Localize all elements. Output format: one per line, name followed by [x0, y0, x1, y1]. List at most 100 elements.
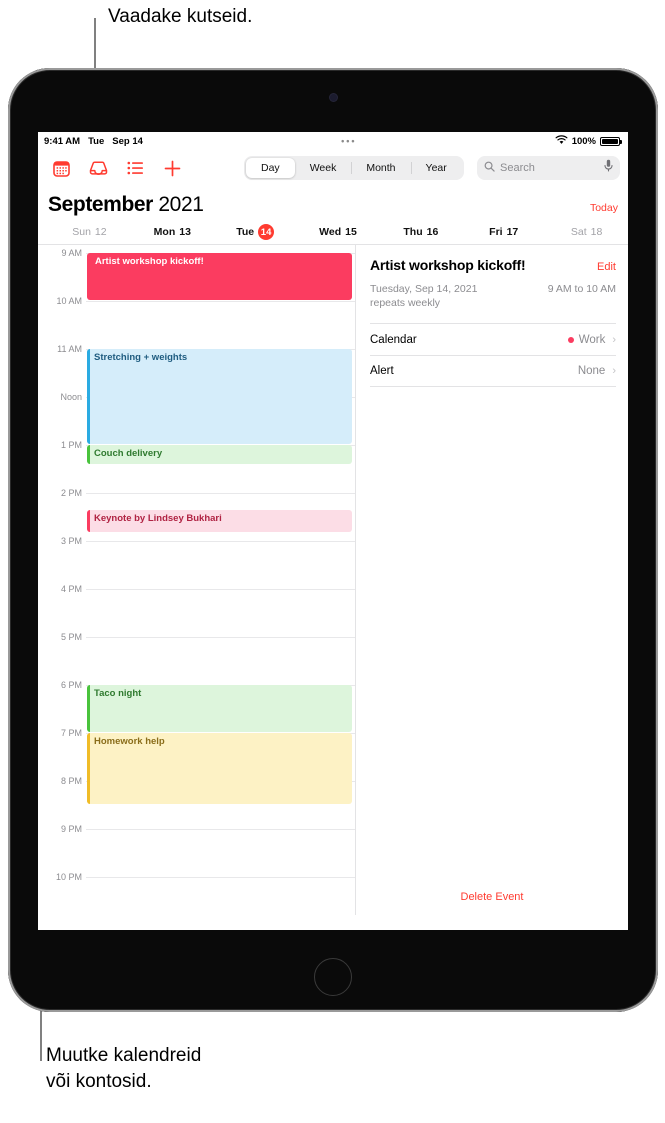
- weekday-fri-label: Fri: [489, 226, 503, 238]
- hour-label: 9 AM: [61, 248, 82, 258]
- delete-event-button[interactable]: Delete Event: [356, 891, 628, 903]
- event-date: Tuesday, Sep 14, 2021: [370, 283, 478, 295]
- add-event-icon[interactable]: [162, 158, 182, 178]
- hour-gridline: [86, 877, 355, 878]
- hour-gridline: [86, 541, 355, 542]
- event-time-range: 9 AM to 10 AM: [547, 283, 616, 295]
- segment-day[interactable]: Day: [246, 158, 295, 178]
- weekday-wed[interactable]: Wed 15: [297, 220, 380, 244]
- search-icon: [484, 159, 495, 177]
- front-camera-icon: [329, 94, 337, 101]
- year-label: 2021: [158, 193, 204, 216]
- edit-button[interactable]: Edit: [597, 261, 616, 273]
- today-button[interactable]: Today: [590, 202, 618, 217]
- search-placeholder: Search: [500, 162, 535, 174]
- callout-top-text: Vaadake kutseid.: [108, 6, 253, 27]
- event-title-label: Keynote by Lindsey Bukhari: [94, 512, 222, 524]
- event-datetime-row: Tuesday, Sep 14, 2021 9 AM to 10 AM: [370, 283, 616, 295]
- event-repeat: repeats weekly: [370, 297, 441, 309]
- status-multitask-dots: •••: [341, 136, 357, 146]
- segment-month[interactable]: Month: [351, 158, 410, 178]
- weekday-selector: Sun 12 Mon 13 Tue 14 Wed 15 Thu 16 Fri 1…: [38, 220, 628, 245]
- detail-row-calendar[interactable]: Calendar Work ›: [370, 323, 616, 355]
- home-button[interactable]: [314, 958, 352, 996]
- weekday-thu-label: Thu: [403, 226, 423, 238]
- calendar-color-dot: [567, 336, 574, 343]
- hour-label: 10 PM: [55, 872, 82, 882]
- ipad-screen: 9:41 AM Tue Sep 14 ••• 100% Day Week Mon…: [38, 132, 628, 930]
- calendar-event[interactable]: Keynote by Lindsey Bukhari: [87, 509, 352, 532]
- event-title-label: Taco night: [94, 688, 142, 699]
- calendar-event[interactable]: Taco night: [87, 685, 352, 732]
- calendar-event[interactable]: Homework help: [87, 733, 352, 804]
- status-bar-left: 9:41 AM Tue Sep 14: [44, 136, 143, 147]
- toolbar-icon-group: [46, 158, 182, 178]
- detail-row-alert-value: None ›: [578, 365, 616, 377]
- day-view-grid[interactable]: 9 AM 10 AM 11 AM Noon 1 PM 2 PM 3 PM 4 PM 5 PM 6 …: [38, 245, 356, 915]
- battery-percent-label: 100%: [571, 135, 596, 147]
- segment-week[interactable]: Week: [295, 158, 352, 178]
- event-color-bar: [87, 685, 90, 732]
- status-date: Sep 14: [112, 135, 143, 147]
- search-input[interactable]: Search: [477, 156, 620, 180]
- calendar-toolbar: Day Week Month Year Search: [38, 150, 628, 186]
- weekday-tue[interactable]: Tue 14: [214, 220, 297, 244]
- calendar-event[interactable]: Couch delivery: [87, 445, 352, 465]
- segment-year[interactable]: Year: [410, 158, 462, 178]
- weekday-fri[interactable]: Fri 17: [462, 220, 545, 244]
- weekday-mon-label: Mon: [153, 226, 176, 238]
- calendar-event[interactable]: Artist workshop kickoff!: [87, 253, 352, 300]
- weekday-fri-day: 17: [506, 226, 519, 238]
- microphone-icon[interactable]: [604, 159, 613, 177]
- event-title: Artist workshop kickoff!: [370, 257, 526, 273]
- weekday-wed-label: Wed: [319, 226, 342, 238]
- weekday-thu[interactable]: Thu 16: [379, 220, 462, 244]
- status-weekday: Tue: [88, 135, 105, 147]
- event-title-label: Homework help: [94, 736, 165, 747]
- chevron-right-icon: ›: [612, 365, 616, 377]
- inbox-icon[interactable]: [88, 158, 108, 178]
- month-header: September 2021 Today: [38, 186, 628, 220]
- event-detail-rows: Calendar Work › Alert None ›: [370, 323, 616, 387]
- callout-bottom-text: Muutke kalendreid või kontosid.: [46, 1045, 202, 1092]
- battery-icon: [600, 136, 622, 146]
- calendars-icon[interactable]: [51, 158, 71, 178]
- selected-day-badge: 14: [258, 224, 275, 240]
- weekday-tue-label: Tue: [236, 226, 255, 238]
- weekday-mon[interactable]: Mon 13: [131, 220, 214, 244]
- hour-label: 5 PM: [60, 632, 82, 642]
- page-root: Vaadake kutseid. Muutke kalendreid või k…: [0, 0, 665, 1123]
- weekday-sun[interactable]: Sun 12: [48, 220, 131, 244]
- hour-gridline: [86, 829, 355, 830]
- calendar-name: Work: [578, 333, 606, 346]
- status-time: 9:41 AM: [44, 135, 81, 147]
- detail-row-calendar-label: Calendar: [370, 333, 417, 346]
- event-color-bar: [87, 733, 90, 804]
- event-detail-panel: Artist workshop kickoff! Edit Tuesday, S…: [356, 245, 628, 915]
- list-icon[interactable]: [125, 158, 145, 178]
- weekday-sat-day: 18: [590, 226, 603, 238]
- hour-label: Noon: [60, 392, 82, 402]
- detail-row-alert[interactable]: Alert None ›: [370, 355, 616, 387]
- status-bar: 9:41 AM Tue Sep 14 ••• 100%: [38, 132, 628, 150]
- hour-label: 8 PM: [60, 776, 82, 786]
- view-mode-segmented-control[interactable]: Day Week Month Year: [244, 156, 464, 180]
- hour-label: 7 PM: [60, 728, 82, 738]
- hour-label: 3 PM: [60, 536, 82, 546]
- hour-gridline: [86, 301, 355, 302]
- weekday-sat[interactable]: Sat 18: [545, 220, 628, 244]
- weekday-thu-day: 16: [426, 226, 439, 238]
- event-title-label: Stretching + weights: [94, 352, 188, 363]
- hour-gridline: [86, 637, 355, 638]
- chevron-right-icon: ›: [612, 333, 616, 346]
- calendar-event[interactable]: Stretching + weights: [87, 349, 352, 444]
- hour-label: 9 PM: [60, 824, 82, 834]
- hour-gridline: [86, 589, 355, 590]
- hour-label: 1 PM: [60, 440, 82, 450]
- main-content: 9 AM 10 AM 11 AM Noon 1 PM 2 PM 3 PM 4 PM 5 PM 6 …: [38, 245, 628, 915]
- status-bar-right: 100%: [555, 134, 622, 148]
- event-color-bar: [87, 445, 90, 465]
- hour-label: 2 PM: [60, 488, 82, 498]
- detail-row-alert-label: Alert: [370, 365, 394, 377]
- ipad-device-frame: 9:41 AM Tue Sep 14 ••• 100% Day Week Mon…: [8, 68, 658, 1012]
